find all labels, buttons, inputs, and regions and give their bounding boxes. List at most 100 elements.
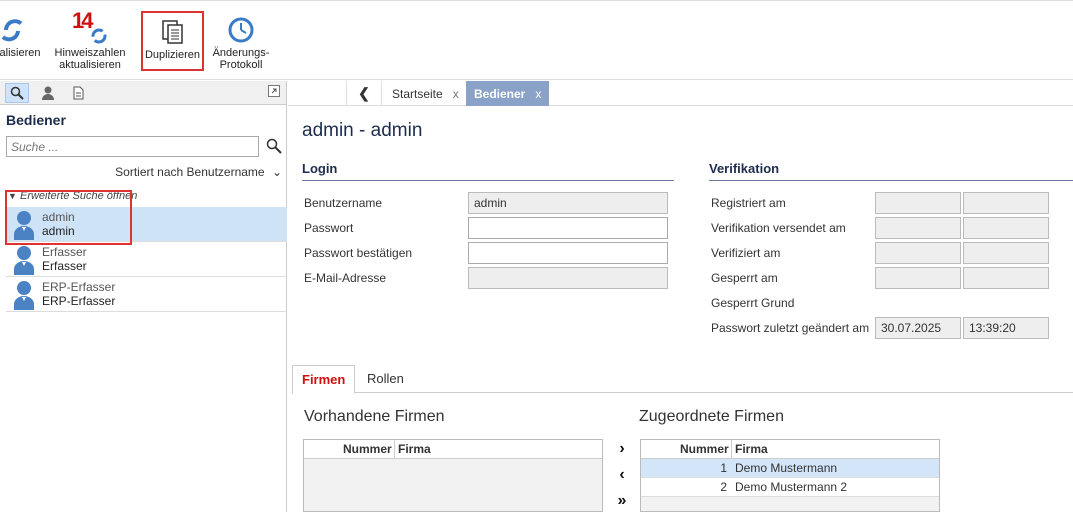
panel-tabs bbox=[0, 81, 286, 105]
close-icon[interactable]: x bbox=[535, 87, 541, 101]
user-tab[interactable] bbox=[36, 83, 60, 103]
chevron-left-icon: ❮ bbox=[358, 85, 370, 101]
tab-label: Startseite bbox=[392, 86, 443, 101]
verification-section-heading: Verifikation bbox=[709, 161, 1073, 181]
duplicate-button[interactable]: Duplizieren bbox=[141, 11, 204, 71]
search-icon bbox=[10, 86, 24, 100]
assigned-companies-heading: Zugeordnete Firmen bbox=[639, 408, 784, 425]
table-row[interactable]: 2 Demo Mustermann 2 bbox=[641, 478, 939, 497]
registered-label: Registriert am bbox=[711, 196, 786, 210]
company-number: 1 bbox=[720, 461, 727, 475]
table-header: Nummer Firma bbox=[304, 440, 602, 459]
tab-bar: ❮ Startseite x Bediener x bbox=[288, 81, 1073, 106]
username-field[interactable] bbox=[468, 192, 668, 214]
user-login: admin bbox=[42, 224, 75, 238]
hints-label-2: aktualisieren bbox=[59, 59, 121, 71]
duplicate-label: Duplizieren bbox=[144, 49, 201, 61]
operator-list-panel: Bediener Sortiert nach Benutzername ⌄ ▼ … bbox=[0, 81, 287, 512]
chevron-down-icon: ⌄ bbox=[271, 165, 282, 179]
user-login: Erfasser bbox=[42, 259, 87, 273]
user-name: Erfasser bbox=[42, 245, 87, 259]
col-number-header[interactable]: Nummer bbox=[680, 442, 729, 456]
document-tab[interactable] bbox=[66, 83, 90, 103]
tab-firmen[interactable]: Firmen bbox=[292, 365, 356, 394]
verification-sent-time-field[interactable] bbox=[963, 217, 1049, 239]
sort-dropdown[interactable]: Sortiert nach Benutzername ⌄ bbox=[115, 165, 282, 179]
assigned-companies-table[interactable]: Nummer Firma 1 Demo Mustermann 2 Demo Mu… bbox=[640, 439, 940, 512]
change-log-label-1: Änderungs- bbox=[212, 47, 270, 59]
hint-count-badge: 14 bbox=[72, 8, 94, 33]
subtab-bar: Firmen Rollen bbox=[292, 365, 1073, 394]
email-label: E-Mail-Adresse bbox=[304, 271, 387, 285]
list-item[interactable]: ERP-Erfasser ERP-Erfasser bbox=[6, 277, 287, 312]
company-number: 2 bbox=[720, 480, 727, 494]
table-row[interactable]: 1 Demo Mustermann bbox=[641, 459, 939, 478]
col-company-header[interactable]: Firma bbox=[731, 440, 768, 458]
registered-time-field[interactable] bbox=[963, 192, 1049, 214]
available-companies-table[interactable]: Nummer Firma bbox=[303, 439, 603, 512]
document-icon bbox=[73, 86, 83, 100]
panel-title: Bediener bbox=[6, 112, 66, 128]
search-icon bbox=[266, 138, 282, 154]
user-name: admin bbox=[42, 210, 75, 224]
verification-sent-label: Verifikation versendet am bbox=[711, 221, 846, 235]
password-changed-time-field[interactable] bbox=[963, 317, 1049, 339]
hints-label-1: Hinweiszahlen bbox=[54, 47, 126, 59]
refresh-button[interactable]: alisieren bbox=[0, 11, 44, 71]
tab-label: Bediener bbox=[474, 86, 526, 101]
company-name: Demo Mustermann bbox=[735, 461, 838, 475]
update-hints-button[interactable]: 14 Hinweiszahlen aktualisieren bbox=[52, 8, 128, 72]
user-icon bbox=[42, 86, 54, 100]
user-list: admin admin Erfasser Erfasser ERP-Erfass… bbox=[6, 207, 287, 312]
registered-date-field[interactable] bbox=[875, 192, 961, 214]
verified-time-field[interactable] bbox=[963, 242, 1049, 264]
tab-startseite[interactable]: Startseite x bbox=[384, 81, 468, 106]
caret-down-icon: ▼ bbox=[8, 191, 17, 201]
user-name: ERP-Erfasser bbox=[42, 280, 116, 294]
expand-icon[interactable] bbox=[268, 85, 280, 100]
user-avatar-icon bbox=[14, 211, 34, 240]
password-label: Passwort bbox=[304, 221, 354, 235]
email-field[interactable] bbox=[468, 267, 668, 289]
history-clock-icon bbox=[228, 17, 254, 43]
col-number-header[interactable]: Nummer bbox=[343, 442, 392, 456]
extended-search-label: Erweiterte Suche öffnen bbox=[19, 190, 138, 202]
user-avatar-icon bbox=[14, 246, 34, 275]
toolbar: alisieren 14 Hinweiszahlen aktualisieren… bbox=[0, 0, 1073, 80]
locked-date-field[interactable] bbox=[875, 267, 961, 289]
verified-label: Verifiziert am bbox=[711, 246, 781, 260]
password-confirm-label: Passwort bestätigen bbox=[304, 246, 413, 260]
add-company-button[interactable]: › bbox=[612, 440, 632, 458]
list-item[interactable]: Erfasser Erfasser bbox=[6, 242, 287, 277]
refresh-icon bbox=[1, 19, 23, 42]
close-icon[interactable]: x bbox=[453, 87, 459, 101]
verified-date-field[interactable] bbox=[875, 242, 961, 264]
page-title: admin - admin bbox=[302, 120, 423, 141]
password-field[interactable] bbox=[468, 217, 668, 239]
extended-search-toggle[interactable]: ▼ Erweiterte Suche öffnen bbox=[8, 190, 137, 202]
search-button[interactable] bbox=[266, 138, 282, 157]
company-name: Demo Mustermann 2 bbox=[735, 480, 848, 494]
list-item[interactable]: admin admin bbox=[6, 207, 287, 242]
user-login: ERP-Erfasser bbox=[42, 294, 116, 308]
duplicate-icon bbox=[161, 20, 183, 44]
refresh-label: alisieren bbox=[0, 47, 41, 59]
table-header: Nummer Firma bbox=[641, 440, 939, 459]
remove-company-button[interactable]: ‹ bbox=[612, 466, 632, 484]
change-log-button[interactable]: Änderungs- Protokoll bbox=[208, 11, 274, 71]
user-avatar-icon bbox=[14, 281, 34, 310]
search-input[interactable] bbox=[6, 136, 259, 157]
tab-bediener[interactable]: Bediener x bbox=[466, 81, 550, 106]
password-changed-date-field[interactable] bbox=[875, 317, 961, 339]
add-all-companies-button[interactable]: » bbox=[612, 492, 632, 510]
password-confirm-field[interactable] bbox=[468, 242, 668, 264]
locked-time-field[interactable] bbox=[963, 267, 1049, 289]
username-label: Benutzername bbox=[304, 196, 383, 210]
locked-label: Gesperrt am bbox=[711, 271, 778, 285]
tab-rollen[interactable]: Rollen bbox=[358, 365, 413, 394]
search-tab[interactable] bbox=[5, 83, 29, 103]
available-companies-heading: Vorhandene Firmen bbox=[304, 408, 445, 425]
verification-sent-date-field[interactable] bbox=[875, 217, 961, 239]
col-company-header[interactable]: Firma bbox=[394, 440, 431, 458]
tab-scroll-left-button[interactable]: ❮ bbox=[346, 81, 382, 106]
